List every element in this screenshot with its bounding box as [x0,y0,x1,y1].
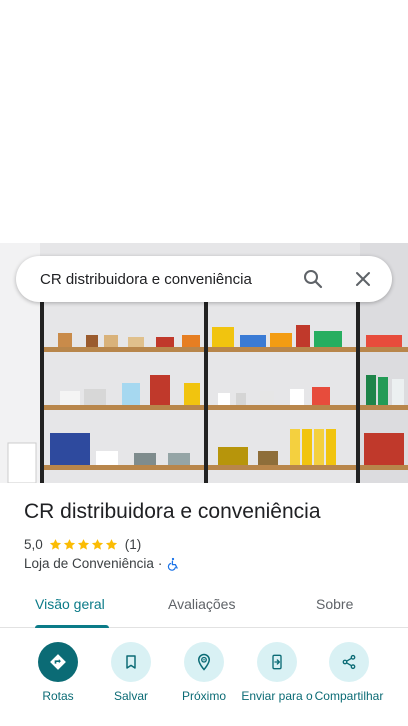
share-label: Compartilhar [314,689,384,703]
action-bar: Rotas Salvar Próximo Enviar para o Compa… [0,642,408,726]
send-to-phone-icon [257,642,297,682]
nearby-icon [184,642,224,682]
star-rating [49,538,119,551]
rating-row[interactable]: 5,0 (1) [24,536,141,552]
star-icon [105,538,117,550]
active-tab-indicator [35,625,109,628]
star-icon [63,538,75,550]
nearby-button[interactable]: Próximo [164,642,244,703]
tab-overview[interactable]: Visão geral [35,596,105,612]
wheelchair-accessible-icon [168,557,179,571]
place-title: CR distribuidora e conveniência [24,500,321,523]
close-icon[interactable] [351,267,375,291]
star-icon [77,538,89,550]
tab-about[interactable]: Sobre [316,596,353,612]
map-blank-area [0,0,408,243]
review-count: (1) [124,536,142,552]
place-category: Loja de Conveniência [24,556,154,571]
star-icon [49,538,61,550]
search-input[interactable]: CR distribuidora e conveniência [40,271,301,288]
search-bar[interactable]: CR distribuidora e conveniência [16,256,392,302]
share-icon [329,642,369,682]
rating-value: 5,0 [24,536,43,552]
save-label: Salvar [113,689,148,703]
send-to-phone-label: Enviar para o [241,689,313,703]
directions-button[interactable]: Rotas [18,642,98,703]
share-button[interactable]: Compartilhar [309,642,389,703]
send-to-phone-button[interactable]: Enviar para o [237,642,317,703]
tab-reviews[interactable]: Avaliações [168,596,235,612]
separator: · [157,556,163,571]
directions-icon [38,642,78,682]
nearby-label: Próximo [181,689,226,703]
directions-label: Rotas [42,689,74,703]
search-icon[interactable] [301,267,325,291]
save-button[interactable]: Salvar [91,642,171,703]
category-row: Loja de Conveniência · [24,556,180,571]
star-icon [91,538,103,550]
bookmark-icon [111,642,151,682]
tab-bar: Visão geral Avaliações Sobre [0,586,408,628]
